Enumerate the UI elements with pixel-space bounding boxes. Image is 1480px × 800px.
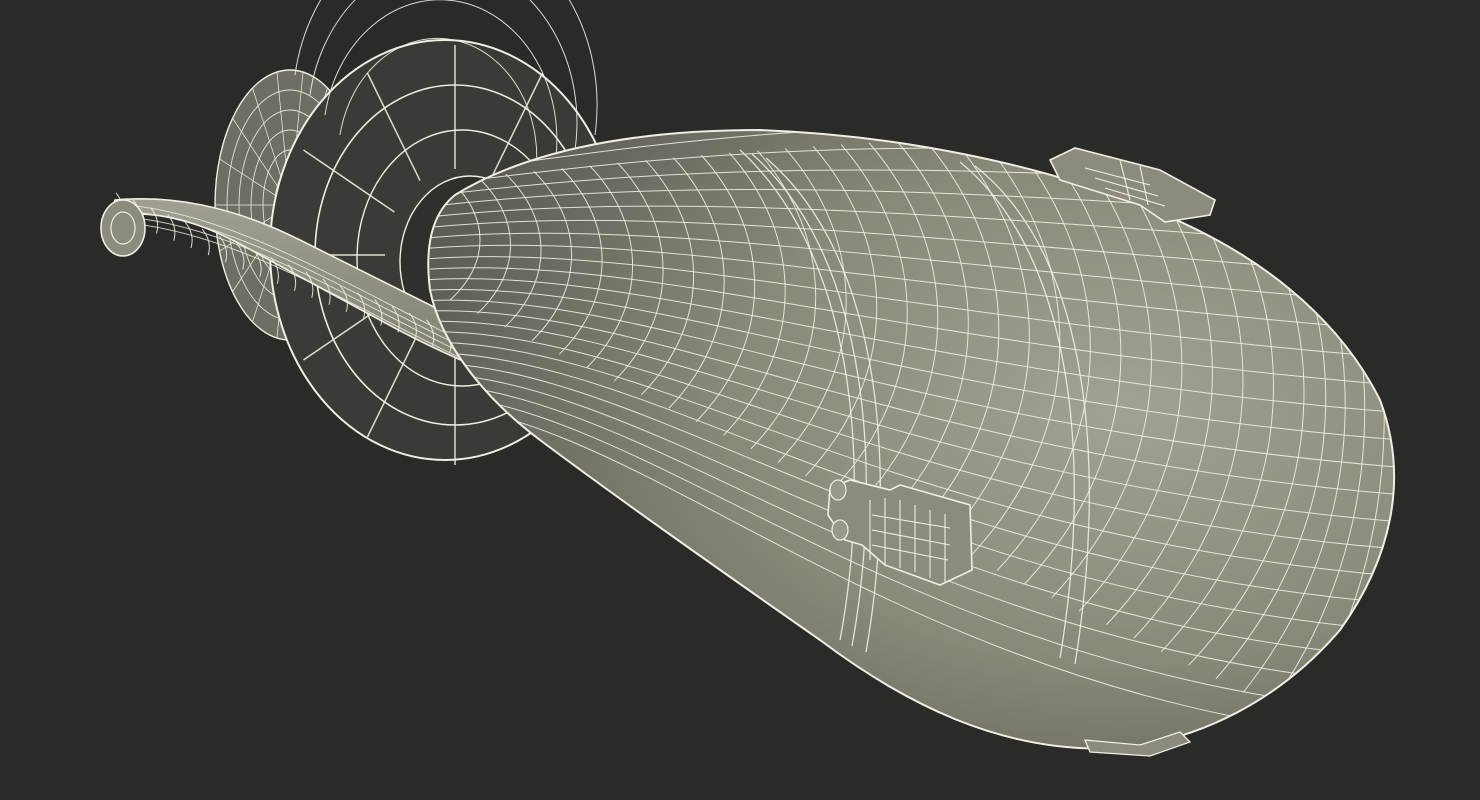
pipe-end-cap (100, 199, 146, 257)
main-body-shell (427, 128, 1396, 750)
wireframe-render-canvas (100, 0, 1396, 757)
main-body (427, 128, 1396, 750)
